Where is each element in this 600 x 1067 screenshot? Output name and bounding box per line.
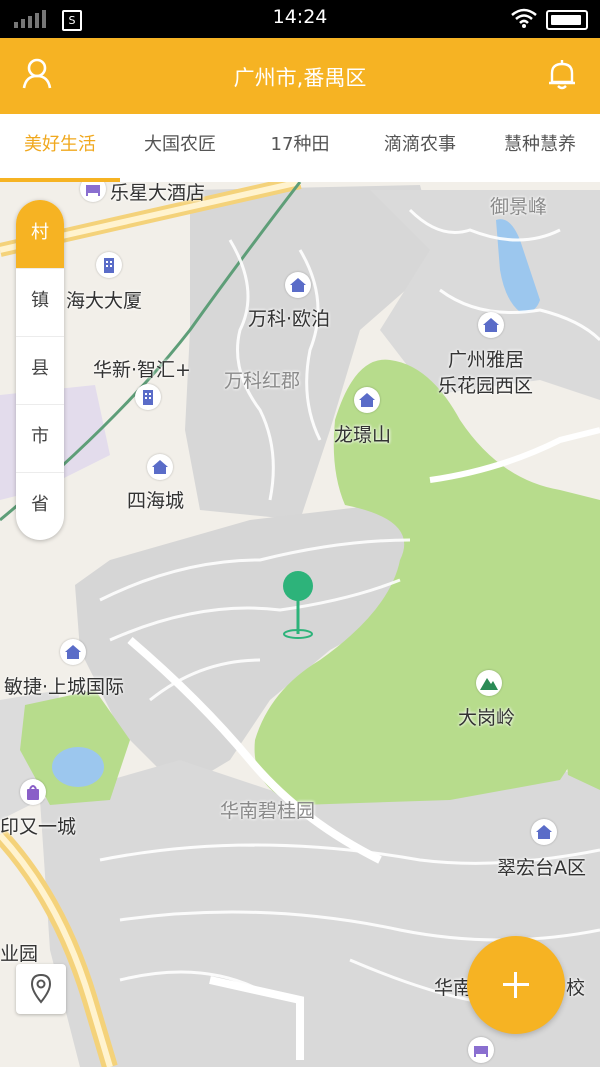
residence-poi-icon[interactable] [60, 639, 86, 665]
map-label-yaju-1: 广州雅居 [448, 349, 525, 371]
residence-poi-icon[interactable] [478, 312, 504, 338]
map-label-haida: 海大大厦 [66, 290, 143, 312]
map-label-huaxin: 华新·智汇+ [93, 359, 191, 381]
tab-didi-nongshi[interactable]: 滴滴农事 [360, 114, 480, 180]
tab-17-zhongtian[interactable]: 17种田 [240, 114, 360, 180]
location-title[interactable]: 广州市,番禺区 [0, 62, 600, 92]
map-label-hotel: 乐星大酒店 [110, 182, 206, 204]
locate-button[interactable] [16, 964, 66, 1014]
wifi-icon [511, 8, 537, 28]
hotel-poi-icon[interactable] [80, 182, 106, 202]
map-label-yaju-2: 乐花园西区 [438, 375, 534, 397]
level-selector: 村 镇 县 市 省 [16, 200, 64, 540]
mountain-poi-icon[interactable] [476, 670, 502, 696]
level-village[interactable]: 村 [16, 200, 64, 268]
map-label-mingjie: 敏捷·上城国际 [4, 676, 125, 698]
plus-icon [514, 972, 517, 998]
level-county[interactable]: 县 [16, 336, 64, 404]
map-label-dagangling: 大岗岭 [458, 707, 516, 729]
map-label-vanke-oubo: 万科·欧泊 [248, 308, 331, 330]
residence-poi-icon[interactable] [354, 387, 380, 413]
battery-icon [546, 10, 588, 30]
map-view[interactable]: 乐星大酒店 御景峰 海大大厦 万科·欧泊 广州雅居 乐花园西区 华新·智汇+ 万… [0, 182, 600, 1067]
building-poi-icon[interactable] [96, 252, 122, 278]
map-label-longpu: 龙璟山 [334, 424, 392, 446]
tab-daguo-nongjiang[interactable]: 大国农匠 [120, 114, 240, 180]
level-city[interactable]: 市 [16, 404, 64, 472]
level-town[interactable]: 镇 [16, 268, 64, 336]
residence-poi-icon[interactable] [147, 454, 173, 480]
app-header: 广州市,番禺区 [0, 38, 600, 114]
shopping-poi-icon[interactable] [20, 779, 46, 805]
tab-huizhong-huiyang[interactable]: 慧种慧养 [480, 114, 600, 180]
building-poi-icon[interactable] [135, 384, 161, 410]
category-tabs: 美好生活 大国农匠 17种田 滴滴农事 慧种慧养 [0, 114, 600, 184]
map-label-yeyuan: 业园 [0, 943, 39, 965]
map-label-xiao: 校 [566, 977, 586, 999]
add-button[interactable] [467, 936, 565, 1034]
residence-poi-icon[interactable] [531, 819, 557, 845]
residence-poi-icon[interactable] [285, 272, 311, 298]
level-province[interactable]: 省 [16, 472, 64, 540]
hotel-poi-icon[interactable] [468, 1037, 494, 1063]
map-label-sihai: 四海城 [127, 490, 185, 512]
map-label-cuihong: 翠宏台A区 [497, 857, 586, 879]
tab-meihao-shenghuo[interactable]: 美好生活 [0, 114, 120, 180]
bell-icon[interactable] [546, 58, 578, 90]
map-label-yujingfeng: 御景峰 [490, 196, 548, 218]
location-pin-icon [30, 973, 52, 1004]
map-label-vanke-hongjun: 万科红郡 [224, 370, 301, 392]
status-bar: S 14:24 [0, 0, 600, 38]
map-label-yinyou: 印又一城 [0, 816, 77, 838]
map-label-bgy: 华南碧桂园 [220, 800, 316, 822]
